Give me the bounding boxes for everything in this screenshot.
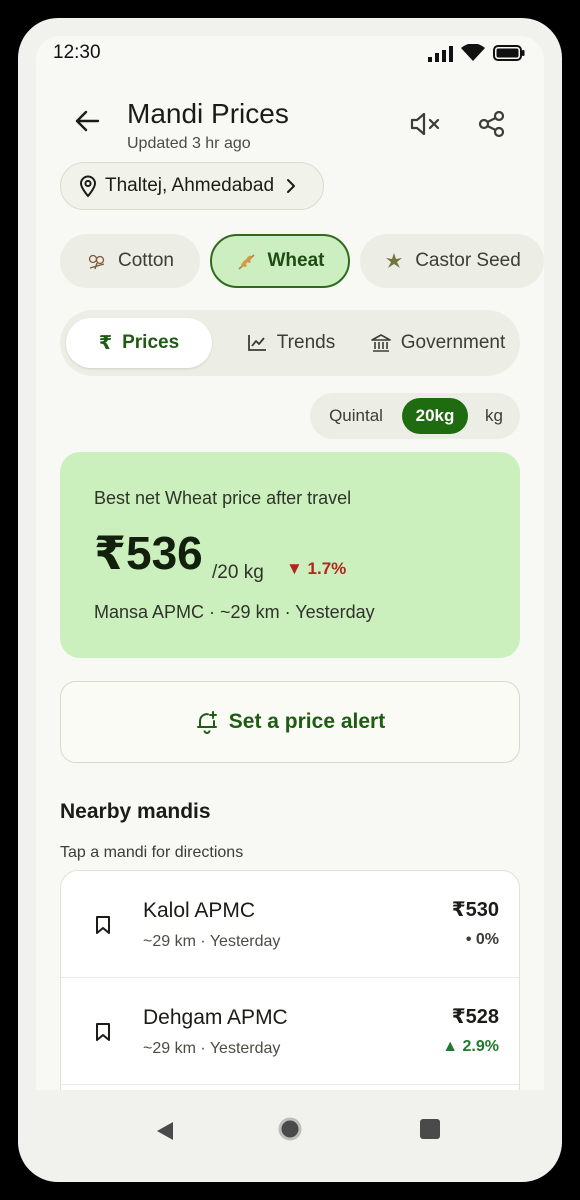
system-nav-bar bbox=[36, 1090, 544, 1164]
status-bar: 12:30 bbox=[36, 36, 544, 72]
mandi-change: ▲ 2.9% bbox=[442, 1038, 499, 1055]
best-price-card[interactable]: Best net Wheat price after travel ₹536 /… bbox=[60, 452, 520, 658]
crop-chip-wheat[interactable]: Wheat bbox=[210, 234, 350, 288]
government-building-icon bbox=[370, 334, 391, 352]
unit-option-kg[interactable]: kg bbox=[474, 398, 514, 434]
list-item[interactable]: Dehgam APMC ~29 km · Yesterday ₹528 ▲ 2.… bbox=[61, 978, 519, 1085]
best-price-value: ₹536 bbox=[94, 527, 203, 579]
bookmark-icon[interactable] bbox=[95, 1022, 111, 1042]
nav-recents-icon[interactable] bbox=[419, 1118, 441, 1140]
best-price-meta: Mansa APMC · ~29 km · Yesterday bbox=[94, 602, 375, 622]
nav-back-icon[interactable] bbox=[155, 1120, 175, 1142]
chevron-right-icon bbox=[287, 179, 296, 193]
mandi-name: Dehgam APMC bbox=[143, 1006, 288, 1029]
mandi-meta: ~29 km · Yesterday bbox=[143, 933, 281, 950]
mandi-name: Kalol APMC bbox=[143, 899, 256, 922]
section-subtitle-nearby: Tap a mandi for directions bbox=[60, 844, 244, 861]
share-icon[interactable] bbox=[478, 110, 506, 138]
cellular-signal-icon bbox=[428, 46, 453, 62]
best-price-change: ▼ 1.7% bbox=[286, 559, 347, 578]
battery-icon bbox=[493, 45, 525, 61]
location-label: Thaltej, Ahmedabad bbox=[105, 175, 275, 196]
nav-home-icon[interactable] bbox=[277, 1116, 303, 1142]
rupee-icon: ₹ bbox=[98, 332, 113, 354]
section-title-nearby: Nearby mandis bbox=[60, 800, 211, 823]
set-price-alert-button[interactable]: Set a price alert bbox=[60, 681, 520, 763]
wifi-icon bbox=[461, 44, 485, 61]
crop-label: Cotton bbox=[118, 250, 174, 271]
crop-chip-cotton[interactable]: Cotton bbox=[60, 234, 200, 288]
tab-trends[interactable]: Trends bbox=[236, 318, 346, 368]
mandi-change: • 0% bbox=[465, 931, 499, 948]
view-tabs: ₹ Prices Trends Government bbox=[60, 310, 520, 376]
mandi-price: ₹530 bbox=[451, 899, 499, 921]
mute-icon[interactable] bbox=[410, 111, 442, 137]
best-price-unit: /20 kg bbox=[212, 562, 264, 583]
tab-prices[interactable]: ₹ Prices bbox=[66, 318, 212, 368]
bell-add-icon bbox=[196, 711, 217, 734]
tab-label: Government bbox=[400, 332, 506, 353]
back-arrow-icon[interactable] bbox=[74, 109, 100, 133]
mandi-meta: ~29 km · Yesterday bbox=[143, 1040, 281, 1057]
updated-time: Updated 3 hr ago bbox=[127, 135, 251, 152]
screen: 12:30 Mandi Prices Updated 3 hr ago Thal… bbox=[36, 36, 544, 1164]
wheat-icon bbox=[237, 254, 255, 270]
phone-frame: 12:30 Mandi Prices Updated 3 hr ago Thal… bbox=[18, 18, 562, 1182]
unit-toggle: Quintal 20kg kg bbox=[310, 393, 520, 439]
page-title: Mandi Prices bbox=[127, 98, 289, 129]
tab-label: Prices bbox=[122, 332, 180, 353]
line-chart-icon bbox=[247, 335, 266, 351]
unit-option-20kg[interactable]: 20kg bbox=[402, 398, 468, 434]
crop-label: Wheat bbox=[267, 250, 325, 271]
crop-chip-castor-seed[interactable]: Castor Seed bbox=[360, 234, 544, 288]
bookmark-icon[interactable] bbox=[95, 915, 111, 935]
status-time: 12:30 bbox=[53, 42, 101, 63]
list-item[interactable]: Kalol APMC ~29 km · Yesterday ₹530 • 0% bbox=[61, 871, 519, 978]
tab-government[interactable]: Government bbox=[364, 318, 512, 368]
tab-label: Trends bbox=[276, 332, 336, 353]
location-pin-icon bbox=[79, 175, 97, 197]
location-chip[interactable]: Thaltej, Ahmedabad bbox=[60, 162, 324, 210]
cotton-icon bbox=[88, 254, 105, 270]
mandi-price: ₹528 bbox=[451, 1006, 499, 1028]
crop-label: Castor Seed bbox=[415, 250, 521, 271]
set-price-alert-label: Set a price alert bbox=[228, 710, 386, 733]
best-price-label: Best net Wheat price after travel bbox=[94, 488, 352, 508]
unit-option-quintal[interactable]: Quintal bbox=[316, 398, 396, 434]
castor-seed-icon bbox=[386, 253, 403, 268]
